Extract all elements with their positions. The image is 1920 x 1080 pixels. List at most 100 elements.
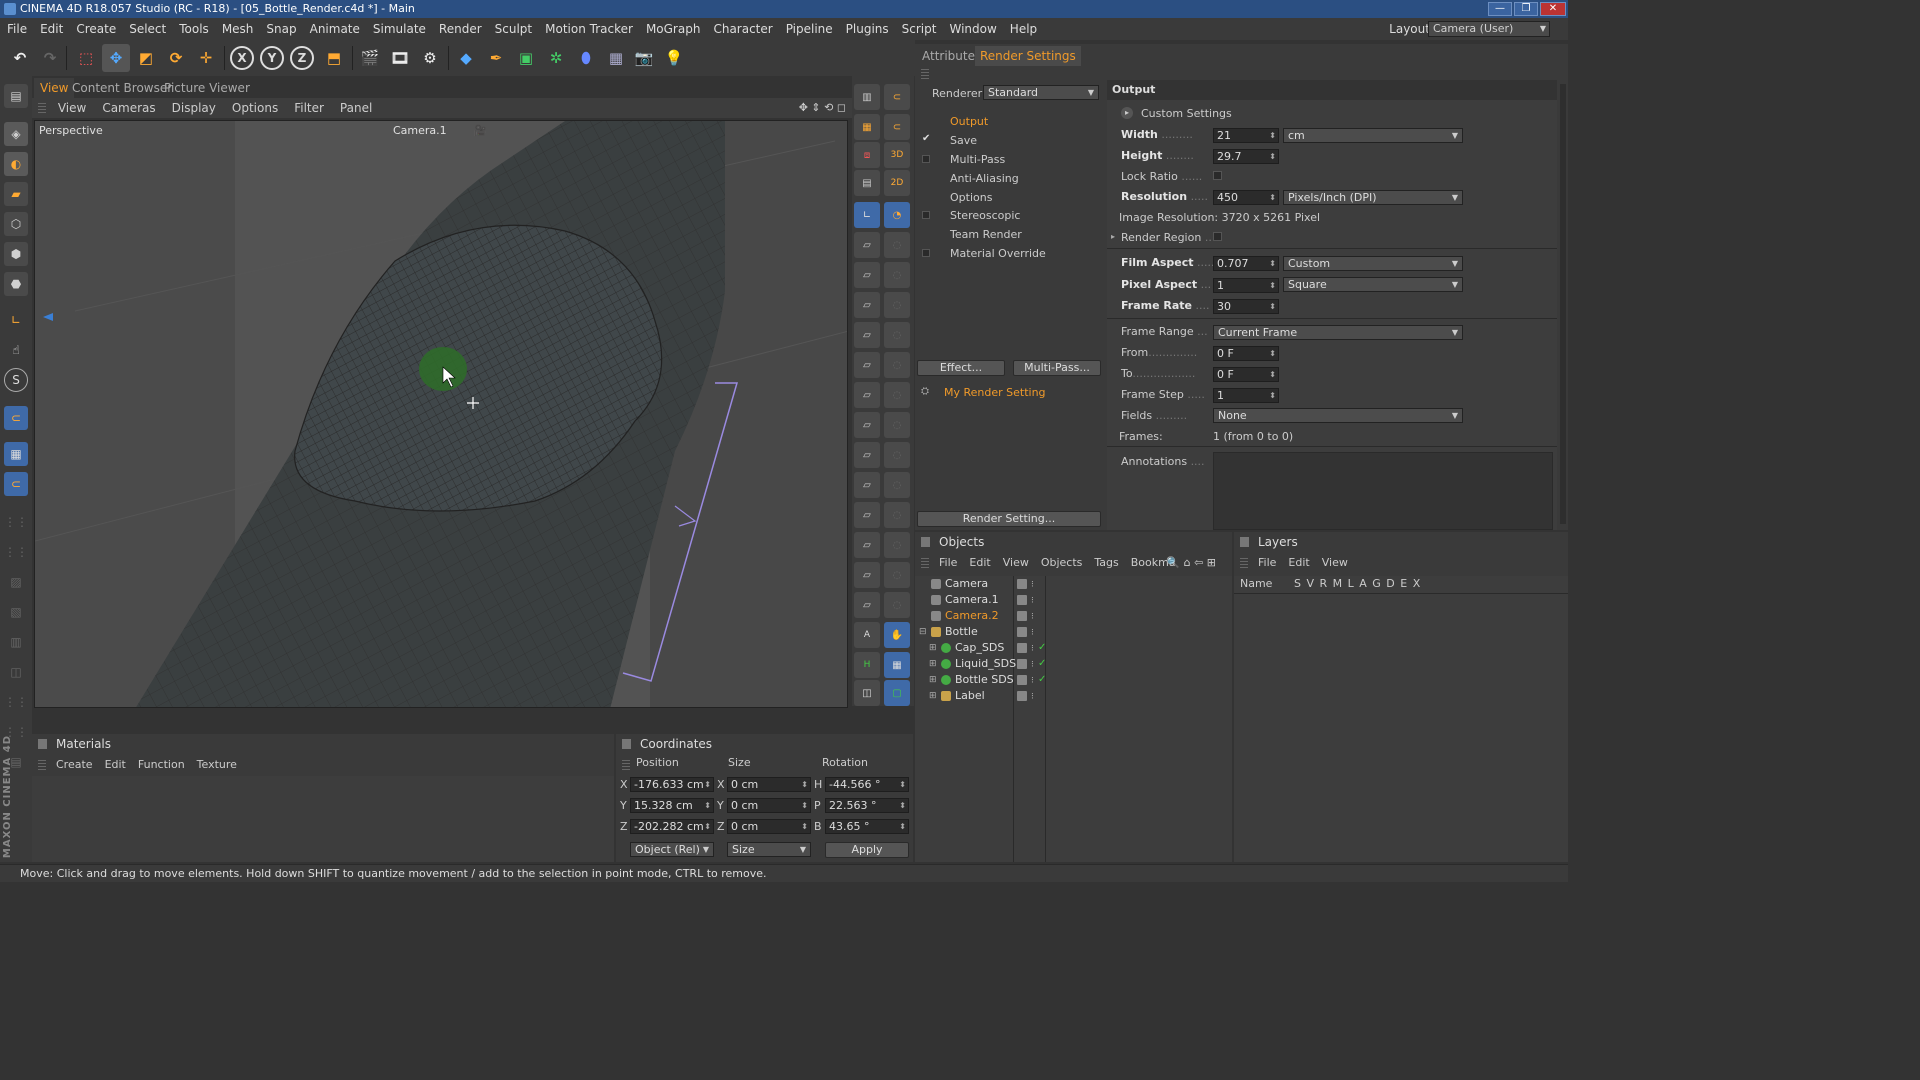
spinner-icon[interactable]: ⬍ [704,820,711,833]
frame-step-input[interactable]: 1 ⬍ [1213,388,1279,403]
viewport-perspective[interactable]: Perspective Camera.1 🎥 [34,120,848,708]
grid-toggle-icon[interactable]: ▦ [884,652,910,678]
materials-menu-texture[interactable]: Texture [197,758,237,771]
checkmark-icon[interactable]: ✓ [1038,640,1046,656]
menu-mograph[interactable]: MoGraph [639,18,707,40]
sculpt-smooth-icon[interactable]: ▧ [4,600,28,624]
menu-snap[interactable]: Snap [259,18,302,40]
polygon-tool-1-icon[interactable]: ▱ [854,232,880,258]
solo-icon[interactable]: S [4,368,28,392]
visibility-dots-icon[interactable]: ⁝ [1031,609,1034,625]
menu-create[interactable]: Create [69,18,122,40]
rotation-h-input[interactable]: -44.566 ° ⬍ [825,777,909,792]
layer-tag-icon[interactable] [1017,643,1027,653]
camera-icon[interactable]: 🎥 [473,124,487,137]
object-row[interactable]: ⊞ Cap_SDS ⁝ ✓ [915,640,1232,656]
tab-picture-viewer[interactable]: Picture Viewer [158,78,256,98]
spinner-icon[interactable]: ⬍ [704,799,711,812]
polygon-tool-12-icon[interactable]: ◌ [884,382,910,408]
width-input[interactable]: 21 ⬍ [1213,128,1279,143]
size-mode-select[interactable]: Size ▼ [727,842,811,857]
objects-menu-view[interactable]: View [1003,556,1029,569]
sculpt-grab-icon[interactable]: ⋮⋮ [4,690,28,714]
polygon-tool-3-icon[interactable]: ▱ [854,262,880,288]
points-mode-icon[interactable]: ⬡ [4,212,28,236]
sculpt-flatten-icon[interactable]: ◫ [4,660,28,684]
object-row[interactable]: Camera.1 ⁝ [915,592,1232,608]
polygon-tool-9-icon[interactable]: ▱ [854,352,880,378]
materials-menu-function[interactable]: Function [138,758,185,771]
render-setting-button[interactable]: Render Setting... [917,511,1101,527]
visibility-dots-icon[interactable]: ⁝ [1031,673,1034,689]
visibility-dots-icon[interactable]: ⁝ [1031,689,1034,705]
height-input[interactable]: 29.7 ⬍ [1213,149,1279,164]
drag-handle-icon[interactable] [921,558,929,568]
menu-plugins[interactable]: Plugins [839,18,895,40]
panel-grip-icon[interactable] [38,739,47,749]
layers-menu-view[interactable]: View [1322,556,1348,569]
panel-grip-icon[interactable] [1240,537,1249,547]
spinner-icon[interactable]: ⬍ [801,820,808,833]
objects-menu-edit[interactable]: Edit [969,556,990,569]
hud-icon[interactable]: H [854,652,880,678]
menu-script[interactable]: Script [895,18,943,40]
polygon-tool-19-icon[interactable]: ▱ [854,502,880,528]
materials-area[interactable] [32,776,614,862]
sculpt-mask-icon[interactable]: ▨ [4,570,28,594]
render-picture-viewer-icon[interactable]: 🎞 [386,44,414,72]
layers-menu-file[interactable]: File [1258,556,1276,569]
objects-menu-file[interactable]: File [939,556,957,569]
layer-tag-icon[interactable] [1017,659,1027,669]
size-z-input[interactable]: 0 cm ⬍ [727,819,811,834]
workplane-snap-icon[interactable]: ✋ [884,622,910,648]
make-editable-icon[interactable]: ▤ [4,84,28,108]
model-mode-icon[interactable]: ◈ [4,122,28,146]
layer-tag-icon[interactable] [1017,579,1027,589]
rs-item-output[interactable]: Output [950,115,988,128]
size-x-input[interactable]: 0 cm ⬍ [727,777,811,792]
to-input[interactable]: 0 F ⬍ [1213,367,1279,382]
object-row[interactable]: Camera ⁝ [915,576,1232,592]
viewport-nav-icons[interactable]: ✥ ⇕ ⟲ ◻ [799,98,846,118]
sculpt-brush-icon[interactable]: ⋮⋮ [4,540,28,564]
polygon-tool-18-icon[interactable]: ◌ [884,472,910,498]
tweak-mode-icon[interactable]: ☝ [4,338,28,362]
minimize-button[interactable]: — [1488,2,1512,16]
polygon-tool-13-icon[interactable]: ▱ [854,412,880,438]
rs-item-save[interactable]: Save [950,134,977,147]
polygon-tool-11-icon[interactable]: ▱ [854,382,880,408]
spinner-icon[interactable]: ⬍ [801,799,808,812]
menu-edit[interactable]: Edit [33,18,69,40]
effect-button[interactable]: Effect... [917,360,1005,376]
polygons-mode-icon[interactable]: ⬣ [4,272,28,296]
spinner-icon[interactable]: ⬍ [899,799,906,812]
drag-handle-icon[interactable] [1240,558,1248,568]
menu-select[interactable]: Select [122,18,172,40]
preset-arrow-icon[interactable]: ▸ [1121,107,1133,119]
checkmark-icon[interactable]: ✓ [1038,672,1046,688]
panel-grip-icon[interactable] [622,739,631,749]
frame-range-select[interactable]: Current Frame ▼ [1213,325,1463,340]
spinner-icon[interactable]: ⬍ [1269,389,1276,402]
menu-mesh[interactable]: Mesh [215,18,260,40]
polygon-tool-6-icon[interactable]: ◌ [884,292,910,318]
rs-item-stereoscopic[interactable]: Stereoscopic [950,209,1020,222]
rs-save-checkbox[interactable]: ✔ [922,134,930,144]
rs-item-options[interactable]: Options [950,191,992,204]
spinner-icon[interactable]: ⬍ [1269,191,1276,204]
polygon-tool-21-icon[interactable]: ▱ [854,532,880,558]
polygon-tool-20-icon[interactable]: ◌ [884,502,910,528]
expand-icon[interactable]: ⊞ [929,672,937,688]
menu-simulate[interactable]: Simulate [366,18,432,40]
recent-tool-icon[interactable]: ✛ [192,44,220,72]
viewport-menu-options[interactable]: Options [224,98,286,118]
annotations-textarea[interactable] [1213,452,1553,530]
object-row[interactable]: ⊟ Bottle ⁝ [915,624,1232,640]
redo-icon[interactable]: ↷ [36,44,64,72]
position-z-input[interactable]: -202.282 cm ⬍ [630,819,714,834]
frame-rate-input[interactable]: 30 ⬍ [1213,299,1279,314]
edit-render-settings-icon[interactable]: ⚙ [416,44,444,72]
live-selection-icon[interactable]: ⬚ [72,44,100,72]
subdivision-surface-icon[interactable]: ▣ [512,44,540,72]
camera-icon[interactable]: 📷 [630,44,658,72]
